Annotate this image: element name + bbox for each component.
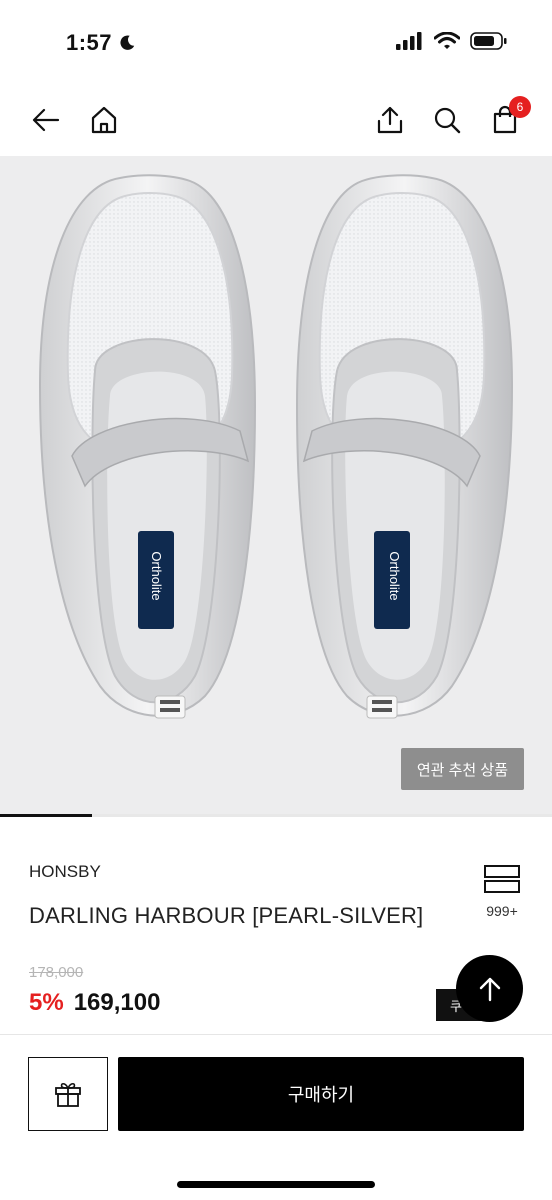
sale-price: 169,100	[73, 989, 161, 1016]
cart-button[interactable]: 6	[487, 96, 531, 138]
discount-rate: 5%	[29, 989, 64, 1016]
battery-icon	[470, 32, 507, 50]
left-shoe: Ortholite	[38, 174, 257, 719]
gift-icon	[55, 1082, 81, 1107]
top-navigation: 6	[0, 88, 552, 156]
right-shoe: Ortholite	[295, 174, 514, 719]
shoe-pair-illustration: Ortholite Ortholite	[38, 174, 514, 719]
search-icon	[434, 107, 461, 134]
cart-count-badge: 6	[509, 96, 531, 118]
status-icons	[396, 32, 508, 50]
back-button[interactable]	[28, 102, 64, 138]
product-image[interactable]: Ortholite Ortholite 연관 추천 상품	[0, 156, 552, 816]
clock-time: 1:57	[66, 30, 113, 55]
arrow-up-icon	[479, 977, 500, 1001]
wishlist-count: 999+	[486, 903, 518, 919]
image-carousel-progress-fill	[0, 814, 93, 817]
price-row: 5% 169,100	[29, 989, 160, 1017]
back-arrow-icon	[32, 108, 60, 132]
share-button[interactable]	[372, 102, 408, 138]
related-products-button[interactable]: 연관 추천 상품	[400, 748, 524, 790]
insole-logo-right: Ortholite	[387, 551, 402, 600]
gift-button[interactable]	[28, 1057, 108, 1131]
buy-button[interactable]: 구매하기	[118, 1057, 524, 1131]
brand-name[interactable]: HONSBY	[29, 862, 101, 882]
home-indicator	[177, 1181, 375, 1188]
share-icon	[377, 106, 403, 134]
moon-icon	[120, 35, 135, 50]
wishlist-button[interactable]: 999+	[478, 864, 526, 919]
scroll-to-top-button[interactable]	[456, 955, 523, 1022]
bottom-divider	[0, 1034, 552, 1035]
home-button[interactable]	[86, 102, 122, 138]
status-bar: 1:57	[0, 0, 552, 88]
status-time: 1:57	[66, 30, 136, 56]
image-carousel-progress	[0, 814, 552, 817]
bookmark-stack-icon	[484, 865, 520, 893]
wifi-icon	[434, 32, 460, 49]
home-icon	[91, 106, 117, 134]
original-price: 178,000	[29, 964, 84, 981]
insole-logo-left: Ortholite	[149, 551, 164, 600]
product-name: DARLING HARBOUR [PEARL-SILVER]	[29, 903, 424, 928]
search-button[interactable]	[429, 102, 465, 138]
cellular-signal-icon	[396, 32, 422, 50]
